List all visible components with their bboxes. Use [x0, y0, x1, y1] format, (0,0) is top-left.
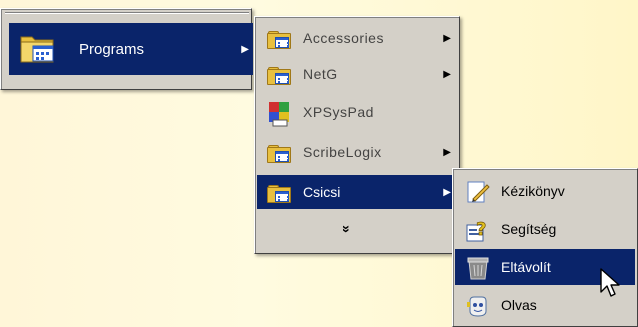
programs-item-label: Accessories: [303, 30, 384, 46]
submenu-arrow-icon: ▶: [241, 43, 249, 55]
start-menu-item-programs[interactable]: Programs ▶: [9, 23, 253, 75]
start-menu-item-label: Programs: [79, 40, 145, 58]
program-group-icon: [265, 180, 291, 204]
programs-item-csicsi[interactable]: Csicsi ▶: [257, 175, 457, 209]
programs-item-label: ScribeLogix: [303, 144, 382, 160]
csicsi-submenu: Kézikönyv ? Segítség Eltávolít Olvas: [452, 168, 638, 327]
submenu-arrow-icon: ▶: [443, 68, 451, 80]
manual-pencil-icon: [465, 179, 491, 203]
csicsi-item-manual[interactable]: Kézikönyv: [455, 173, 635, 209]
submenu-arrow-icon: ▶: [443, 186, 451, 198]
programs-folder-icon: [19, 31, 59, 67]
chevron-double-down-icon: »: [338, 225, 355, 233]
csicsi-item-help[interactable]: ? Segítség: [455, 211, 635, 247]
expand-menu-button[interactable]: »: [257, 213, 457, 245]
start-menu: Programs ▶: [0, 8, 253, 90]
programs-item-scribelogix[interactable]: ScribeLogix ▶: [257, 135, 457, 169]
xpsyspad-icon: [265, 100, 291, 127]
start-menu-top-separator: [5, 12, 249, 14]
program-group-icon: [265, 140, 291, 164]
programs-item-label: NetG: [303, 66, 338, 82]
read-icon: [465, 293, 491, 317]
programs-item-label: Csicsi: [303, 184, 341, 200]
csicsi-item-label: Kézikönyv: [501, 183, 565, 199]
programs-item-label: XPSysPad: [303, 104, 374, 120]
submenu-arrow-icon: ▶: [443, 146, 451, 158]
svg-text:?: ?: [476, 219, 486, 240]
programs-submenu: Accessories ▶ NetG ▶ XPSysPad ScribeLogi…: [254, 16, 460, 254]
programs-item-xpsyspad[interactable]: XPSysPad: [257, 95, 457, 129]
programs-item-accessories[interactable]: Accessories ▶: [257, 21, 457, 55]
program-group-icon: [265, 26, 291, 50]
csicsi-item-label: Segítség: [501, 221, 557, 237]
mouse-cursor-icon: [600, 268, 620, 297]
programs-item-netg[interactable]: NetG ▶: [257, 57, 457, 91]
submenu-arrow-icon: ▶: [443, 32, 451, 44]
program-group-icon: [265, 62, 291, 86]
uninstall-bin-icon: [465, 255, 491, 280]
help-icon: ?: [465, 217, 491, 242]
